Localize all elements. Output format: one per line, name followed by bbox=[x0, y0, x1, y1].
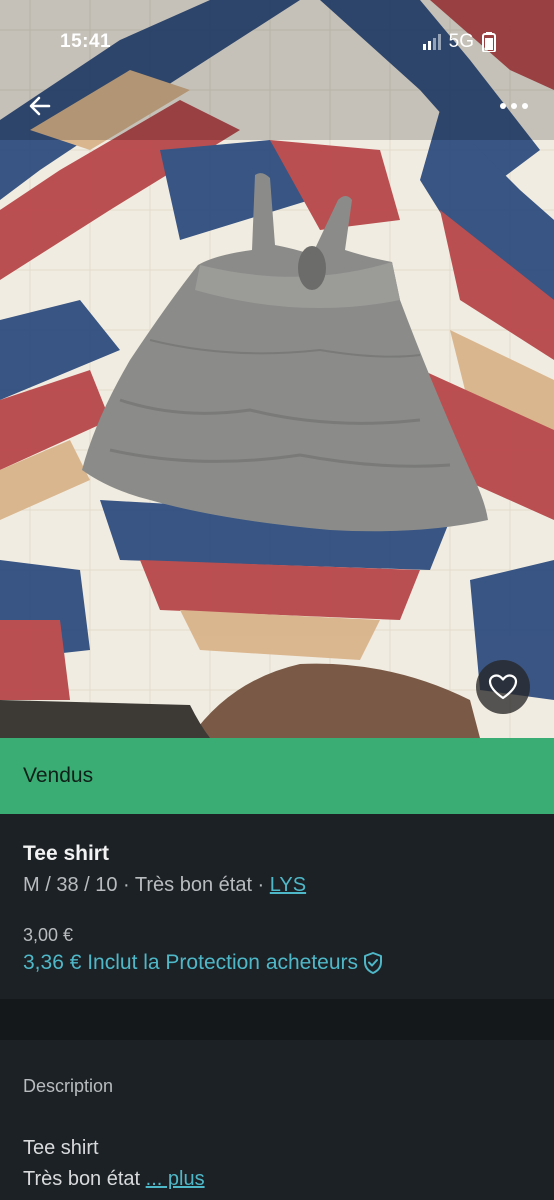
heart-icon bbox=[488, 674, 518, 700]
signal-icon bbox=[422, 34, 441, 50]
description-heading: Description bbox=[23, 1076, 114, 1096]
item-info-card: Tee shirt M / 38 / 10 · Très bon état · … bbox=[0, 814, 554, 999]
status-icons: 5G bbox=[422, 31, 496, 53]
description-line-2: Très bon état ... plus bbox=[23, 1168, 205, 1191]
description-more-link[interactable]: ... plus bbox=[146, 1168, 205, 1190]
item-title: Tee shirt bbox=[23, 842, 109, 865]
description-line-1: Tee shirt bbox=[23, 1137, 99, 1159]
network-label: 5G bbox=[448, 31, 474, 52]
status-time: 15:41 bbox=[60, 31, 112, 52]
section-divider bbox=[0, 999, 554, 1040]
buyer-protection-price[interactable]: 3,36 € Inclut la Protection acheteurs bbox=[23, 951, 384, 975]
back-button[interactable] bbox=[18, 84, 62, 128]
sold-banner: Vendus bbox=[0, 738, 554, 814]
item-photo[interactable] bbox=[0, 0, 554, 738]
description-card: Description Tee shirt Très bon état ... … bbox=[0, 1040, 554, 1200]
status-bar: 15:41 5G bbox=[0, 0, 554, 84]
item-price: 3,00 € bbox=[23, 925, 74, 945]
description-line-2-text: Très bon état bbox=[23, 1168, 146, 1190]
battery-icon bbox=[482, 32, 496, 52]
item-meta: M / 38 / 10 · Très bon état · LYS bbox=[23, 874, 306, 897]
item-meta-text: M / 38 / 10 · Très bon état · bbox=[23, 874, 270, 896]
shield-check-icon bbox=[364, 952, 383, 974]
favorite-button[interactable] bbox=[476, 660, 530, 714]
more-options-button[interactable] bbox=[492, 84, 536, 128]
sold-label: Vendus bbox=[23, 764, 94, 787]
item-photo-image bbox=[0, 0, 554, 738]
arrow-left-icon bbox=[29, 96, 51, 116]
brand-link[interactable]: LYS bbox=[270, 874, 306, 896]
more-horizontal-icon bbox=[500, 103, 528, 109]
total-price-text: 3,36 € Inclut la Protection acheteurs bbox=[23, 951, 359, 974]
